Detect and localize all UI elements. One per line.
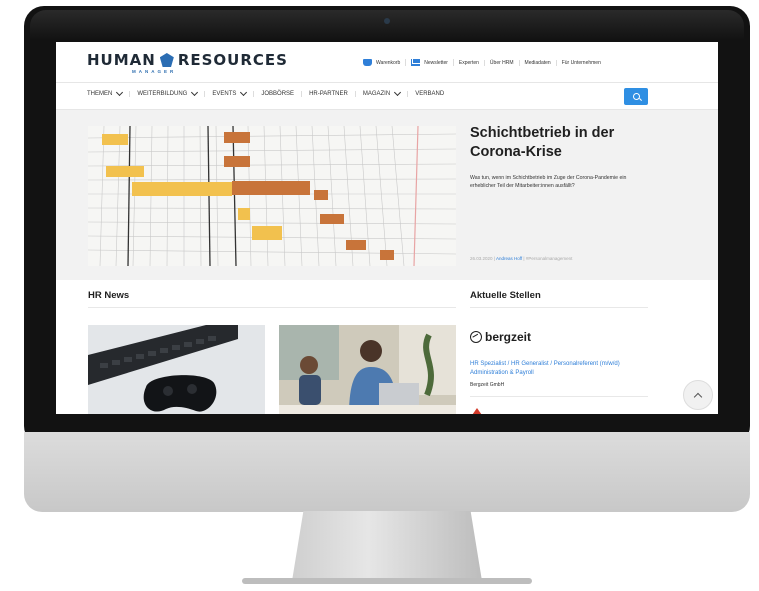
- nav-item-hr-partner[interactable]: HR-PARTNER: [302, 91, 356, 97]
- experts-link[interactable]: Experten: [454, 59, 485, 66]
- job-divider: [470, 396, 648, 397]
- news-image-keyboard-gamepad[interactable]: [88, 325, 265, 414]
- nav-item-magazin[interactable]: MAGAZIN: [356, 88, 409, 97]
- cart-label: Warenkorb: [376, 59, 401, 66]
- jobs-heading: Aktuelle Stellen: [470, 290, 541, 301]
- hero-meta: 26.03.2020 | Andreas Hoff | #Personalman…: [470, 256, 573, 261]
- cart-link[interactable]: Warenkorb: [358, 59, 407, 66]
- nav-item-weiterbildung[interactable]: WEITERBILDUNG: [130, 88, 206, 97]
- website-screen: HUMAN RESOURCES MANAGER Warenkorb Newslet…: [56, 42, 718, 414]
- about-link[interactable]: Über HRM: [485, 59, 520, 66]
- basket-icon: [363, 59, 372, 66]
- hero-title[interactable]: Schichtbetrieb in der Corona-Krise: [470, 124, 650, 162]
- main-nav: THEMEN WEITERBILDUNG EVENTS JOBBÖRSE HR-…: [87, 88, 451, 97]
- company-logo[interactable]: bergzeit: [470, 330, 531, 344]
- chevron-down-icon: [240, 88, 248, 97]
- nav-label: HR-PARTNER: [309, 91, 348, 97]
- logo-subtitle: MANAGER: [132, 69, 177, 74]
- top-links: Warenkorb Newsletter Experten Über HRM M…: [358, 59, 606, 66]
- hero-date: 26.03.2020: [470, 256, 493, 261]
- company-logo-text: bergzeit: [485, 330, 532, 344]
- monitor-chin: [24, 432, 750, 512]
- nav-label: MAGAZIN: [362, 91, 391, 97]
- chevron-down-icon: [394, 88, 402, 97]
- monitor-gloss: [30, 10, 744, 40]
- job-company: Bergzeit GmbH: [470, 382, 505, 388]
- nav-item-themen[interactable]: THEMEN: [87, 88, 131, 97]
- newsletter-link[interactable]: Newsletter: [406, 59, 454, 66]
- next-company-logo-icon[interactable]: [470, 408, 484, 414]
- schedule-grid-illustration: [88, 126, 456, 266]
- mediadata-link[interactable]: Mediadaten: [520, 59, 557, 66]
- scroll-to-top-button[interactable]: [683, 380, 713, 410]
- nav-label: THEMEN: [87, 91, 113, 97]
- search-icon: [632, 93, 640, 100]
- nav-label: WEITERBILDUNG: [137, 91, 188, 97]
- nav-item-jobboerse[interactable]: JOBBÖRSE: [254, 91, 303, 97]
- hero-author-link[interactable]: Andreas Hoff: [496, 256, 522, 261]
- nav-label: JOBBÖRSE: [261, 91, 295, 97]
- chevron-down-icon: [116, 88, 124, 97]
- jobs-divider: [470, 307, 648, 308]
- keyboard-gamepad-illustration: [88, 325, 265, 414]
- hero-teaser: Was tun, wenn im Schichtbetrieb im Zuge …: [470, 175, 627, 189]
- header-divider: [56, 82, 718, 83]
- search-button[interactable]: [624, 88, 648, 105]
- hero-tag[interactable]: #Personalmanagement: [526, 256, 573, 261]
- homeoffice-illustration: [279, 325, 456, 414]
- logo-text-resources: RESOURCES: [177, 51, 288, 69]
- news-image-homeoffice[interactable]: [279, 325, 456, 414]
- site-logo[interactable]: HUMAN RESOURCES: [87, 51, 288, 69]
- nav-label: EVENTS: [212, 91, 237, 97]
- hero-image-shift-schedule[interactable]: [88, 126, 456, 266]
- stand-base: [242, 578, 532, 584]
- logo-text-human: HUMAN: [87, 51, 156, 69]
- nav-item-events[interactable]: EVENTS: [205, 88, 255, 97]
- mail-icon: [411, 59, 421, 66]
- job-title-link[interactable]: HR Spezialist / HR Generalist / Personal…: [470, 360, 648, 378]
- chevron-down-icon: [191, 88, 199, 97]
- companies-link[interactable]: Für Unternehmen: [557, 60, 606, 66]
- camera-icon: [384, 18, 390, 24]
- nav-item-verband[interactable]: VERBAND: [408, 91, 451, 97]
- newsletter-label: Newsletter: [424, 59, 448, 66]
- nav-label: VERBAND: [415, 91, 445, 97]
- hr-news-divider: [88, 307, 456, 308]
- monitor-stand: [292, 511, 482, 581]
- logo-mark-icon: [159, 53, 174, 67]
- chevron-up-icon: [693, 392, 703, 401]
- bergzeit-logo-icon: [470, 331, 482, 343]
- hr-news-heading: HR News: [88, 290, 130, 301]
